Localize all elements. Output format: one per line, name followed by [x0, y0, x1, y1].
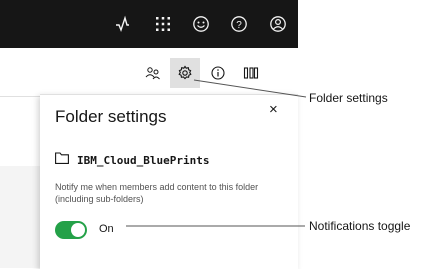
notification-description: Notify me when members add content to th…: [55, 182, 259, 204]
settings-icon[interactable]: [170, 58, 200, 88]
app-switcher-icon[interactable]: [153, 14, 173, 34]
top-nav-bar: ?: [0, 0, 298, 48]
notifications-toggle-callout: Notifications toggle: [309, 219, 411, 233]
folder-name: IBM_Cloud_BluePrints: [77, 153, 210, 167]
notifications-toggle[interactable]: [55, 221, 87, 239]
svg-text:?: ?: [236, 20, 242, 31]
activity-icon[interactable]: [114, 14, 134, 34]
help-icon[interactable]: ?: [229, 14, 249, 34]
user-avatar-icon[interactable]: [268, 14, 288, 34]
toggle-knob: [71, 223, 85, 237]
close-icon[interactable]: ×: [269, 101, 278, 118]
members-icon[interactable]: [138, 58, 168, 88]
feedback-smiley-icon[interactable]: [191, 14, 211, 34]
info-icon[interactable]: [203, 58, 233, 88]
panel-title: Folder settings: [55, 107, 167, 126]
folder-settings-callout: Folder settings: [309, 91, 388, 105]
columns-icon[interactable]: [236, 58, 266, 88]
folder-row: IBM_Cloud_BluePrints: [55, 151, 209, 169]
background-content-area: [0, 166, 40, 268]
folder-settings-panel: Folder settings × IBM_Cloud_BluePrints N…: [40, 94, 298, 269]
toggle-state-label: On: [99, 223, 114, 235]
content-toolbar: [0, 48, 298, 97]
folder-icon: [55, 151, 69, 169]
